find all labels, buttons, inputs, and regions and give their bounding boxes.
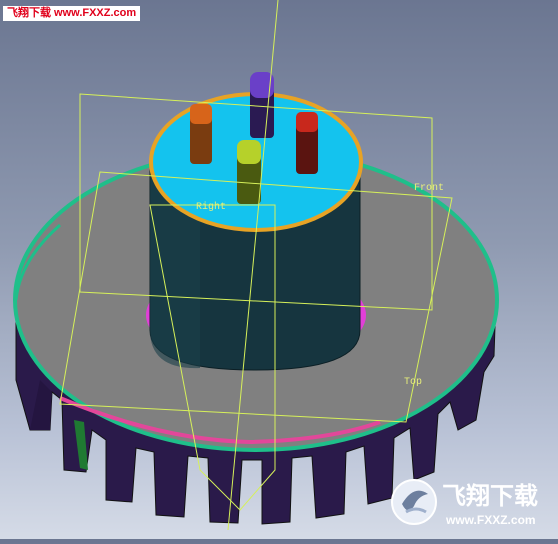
right-plane-label: Right — [196, 201, 226, 213]
post-orange — [190, 104, 212, 164]
3d-model-canvas[interactable]: Front Right Top — [0, 0, 558, 539]
top-plane-label: Top — [404, 377, 422, 388]
watermark-logo-title: 飞翔下载 — [442, 482, 538, 510]
watermark-logo-url: www.FXXZ.com — [445, 513, 536, 527]
3d-viewport[interactable]: Front Right Top — [0, 0, 558, 539]
watermark-text: 飞翔下载 www.FXXZ.com — [3, 6, 141, 21]
post-red — [296, 112, 318, 174]
front-plane-label: Front — [414, 183, 444, 194]
watermark-logo: 飞翔下载 www.FXXZ.com — [388, 472, 556, 534]
fxxz-logo-icon: 飞翔下载 www.FXXZ.com — [391, 479, 538, 527]
post-yellow — [237, 140, 261, 204]
